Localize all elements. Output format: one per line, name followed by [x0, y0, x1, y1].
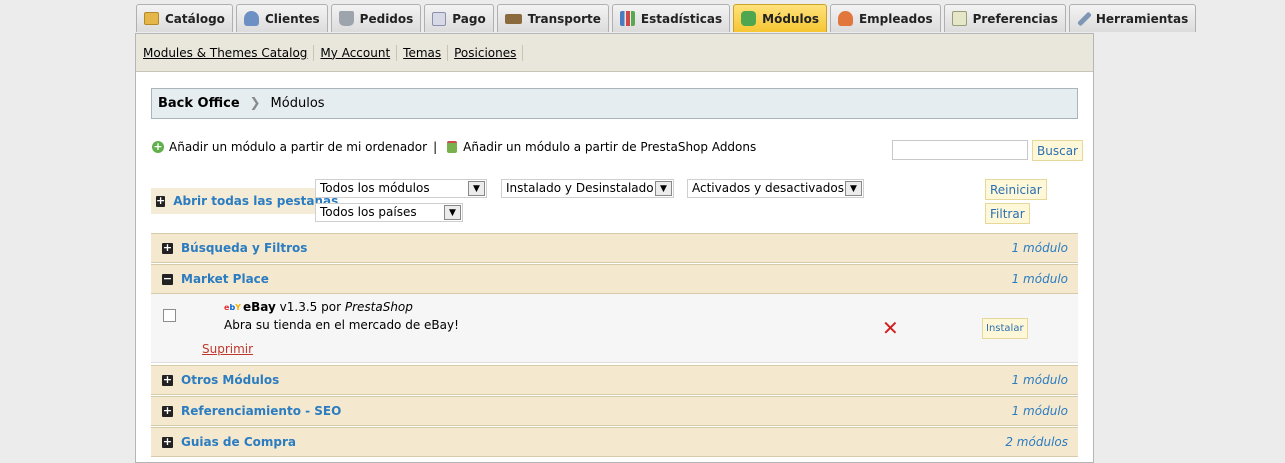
chevron-down-icon: ▼ — [468, 181, 485, 196]
shopping-bag-icon — [447, 141, 458, 153]
select-value: Activados y desactivados — [692, 181, 844, 195]
tab-label: Pago — [452, 11, 486, 26]
main-frame: Modules & Themes Catalog My Account Tema… — [135, 33, 1094, 463]
tools-icon — [1076, 11, 1092, 26]
tab-transporte[interactable]: Transporte — [496, 4, 609, 32]
tab-modulos[interactable]: Módulos — [733, 4, 827, 32]
group-title: Otros Módulos — [181, 373, 280, 387]
open-all-tabs-toggle[interactable]: + Abrir todas las pestañas — [151, 188, 338, 214]
red-x-icon: ✕ — [882, 316, 899, 340]
active-filter-select[interactable]: Activados y desactivados ▼ — [687, 179, 864, 198]
module-name: eBay — [243, 300, 276, 314]
tab-catalogo[interactable]: Catálogo — [136, 4, 233, 32]
open-all-tabs-label: Abrir todas las pestañas — [173, 194, 339, 208]
tab-pedidos[interactable]: Pedidos — [330, 4, 422, 32]
catalog-icon — [144, 12, 159, 25]
group-busqueda-filtros[interactable]: + Búsqueda y Filtros 1 módulo — [151, 233, 1078, 263]
tab-label: Transporte — [527, 11, 601, 26]
tab-empleados[interactable]: Empleados — [829, 4, 941, 32]
chevron-down-icon: ▼ — [444, 205, 461, 220]
stats-icon — [619, 11, 635, 26]
payment-icon — [432, 11, 447, 26]
delete-module-link[interactable]: Suprimir — [202, 342, 253, 356]
group-count: 2 módulos — [1005, 435, 1068, 449]
tab-label: Herramientas — [1095, 11, 1189, 26]
subnav-posiciones[interactable]: Posiciones — [448, 44, 524, 61]
group-count: 1 módulo — [1011, 241, 1068, 255]
collapse-icon: − — [162, 271, 173, 285]
select-value: Todos los países — [320, 205, 417, 219]
breadcrumb: Back Office ❯ Módulos — [151, 88, 1078, 119]
chevron-down-icon: ▼ — [845, 181, 862, 196]
group-title: Market Place — [181, 272, 269, 286]
group-count: 1 módulo — [1011, 373, 1068, 387]
group-otros-modulos[interactable]: + Otros Módulos 1 módulo — [151, 365, 1078, 395]
group-guias-compra[interactable]: + Guias de Compra 2 módulos — [151, 427, 1078, 457]
chevron-right-icon: ❯ — [249, 96, 261, 111]
group-title: Guias de Compra — [181, 435, 296, 449]
expand-icon: + — [162, 372, 173, 386]
top-tabs: Catálogo Clientes Pedidos Pago Transport… — [136, 4, 1199, 34]
module-description: Abra su tienda en el mercado de eBay! — [224, 318, 459, 332]
module-author: PrestaShop — [344, 300, 413, 314]
install-button[interactable]: Instalar — [982, 318, 1028, 339]
expand-icon: + — [156, 193, 166, 207]
tab-label: Empleados — [858, 11, 933, 26]
expand-icon: + — [162, 434, 173, 448]
group-count: 1 módulo — [1011, 272, 1068, 286]
tab-label: Pedidos — [359, 11, 414, 26]
tab-label: Preferencias — [972, 11, 1058, 26]
filter-button[interactable]: Filtrar — [985, 203, 1030, 224]
country-filter-select[interactable]: Todos los países ▼ — [315, 203, 463, 222]
add-module-from-addons-link[interactable]: Añadir un módulo a partir de PrestaShop … — [463, 140, 756, 154]
module-checkbox[interactable] — [163, 309, 176, 322]
expand-icon: + — [162, 240, 173, 254]
clients-icon — [243, 11, 259, 26]
add-module-from-computer-link[interactable]: Añadir un módulo a partir de mi ordenado… — [169, 140, 427, 154]
add-icon: + — [152, 140, 164, 153]
preferences-icon — [951, 11, 967, 26]
select-value: Todos los módulos — [320, 181, 430, 195]
add-module-links: + Añadir un módulo a partir de mi ordena… — [152, 140, 756, 154]
chevron-down-icon: ▼ — [655, 181, 672, 196]
modules-icon — [741, 11, 757, 26]
reset-button[interactable]: Reiniciar — [985, 179, 1047, 200]
group-count: 1 módulo — [1011, 404, 1068, 418]
module-version: v1.3.5 por — [279, 300, 342, 314]
subnav-modules-themes-catalog[interactable]: Modules & Themes Catalog — [143, 44, 315, 61]
separator: | — [433, 140, 438, 154]
tab-preferencias[interactable]: Preferencias — [943, 4, 1066, 32]
tab-estadisticas[interactable]: Estadísticas — [611, 4, 731, 32]
ebay-logo: ebY — [224, 303, 241, 312]
tab-clientes[interactable]: Clientes — [235, 4, 328, 32]
subnav-temas[interactable]: Temas — [397, 44, 449, 61]
expand-icon: + — [162, 403, 173, 417]
module-row-ebay: ebY eBay v1.3.5 por PrestaShop Abra su t… — [151, 294, 1078, 363]
search-button[interactable]: Buscar — [1032, 140, 1083, 161]
tab-herramientas[interactable]: Herramientas — [1068, 4, 1197, 32]
subnav-my-account[interactable]: My Account — [314, 44, 398, 61]
transport-icon — [504, 13, 522, 24]
group-market-place[interactable]: − Market Place 1 módulo — [151, 264, 1078, 294]
employees-icon — [837, 11, 853, 26]
orders-icon — [338, 11, 354, 26]
breadcrumb-root[interactable]: Back Office — [158, 96, 240, 111]
group-referenciamiento-seo[interactable]: + Referenciamiento - SEO 1 módulo — [151, 396, 1078, 426]
search-input[interactable] — [892, 140, 1028, 160]
tab-label: Catálogo — [165, 11, 225, 26]
group-title: Búsqueda y Filtros — [181, 241, 308, 255]
tab-label: Estadísticas — [640, 11, 723, 26]
install-filter-select[interactable]: Instalado y Desinstalado ▼ — [501, 179, 674, 198]
group-title: Referenciamiento - SEO — [181, 404, 342, 418]
sub-navigation: Modules & Themes Catalog My Account Tema… — [136, 34, 1093, 72]
select-value: Instalado y Desinstalado — [506, 181, 654, 195]
module-title: eBay v1.3.5 por PrestaShop — [243, 300, 413, 314]
tab-label: Clientes — [264, 11, 320, 26]
tab-label: Módulos — [762, 11, 819, 26]
module-filter-select[interactable]: Todos los módulos ▼ — [315, 179, 487, 198]
breadcrumb-current: Módulos — [270, 96, 325, 111]
tab-pago[interactable]: Pago — [424, 4, 494, 32]
